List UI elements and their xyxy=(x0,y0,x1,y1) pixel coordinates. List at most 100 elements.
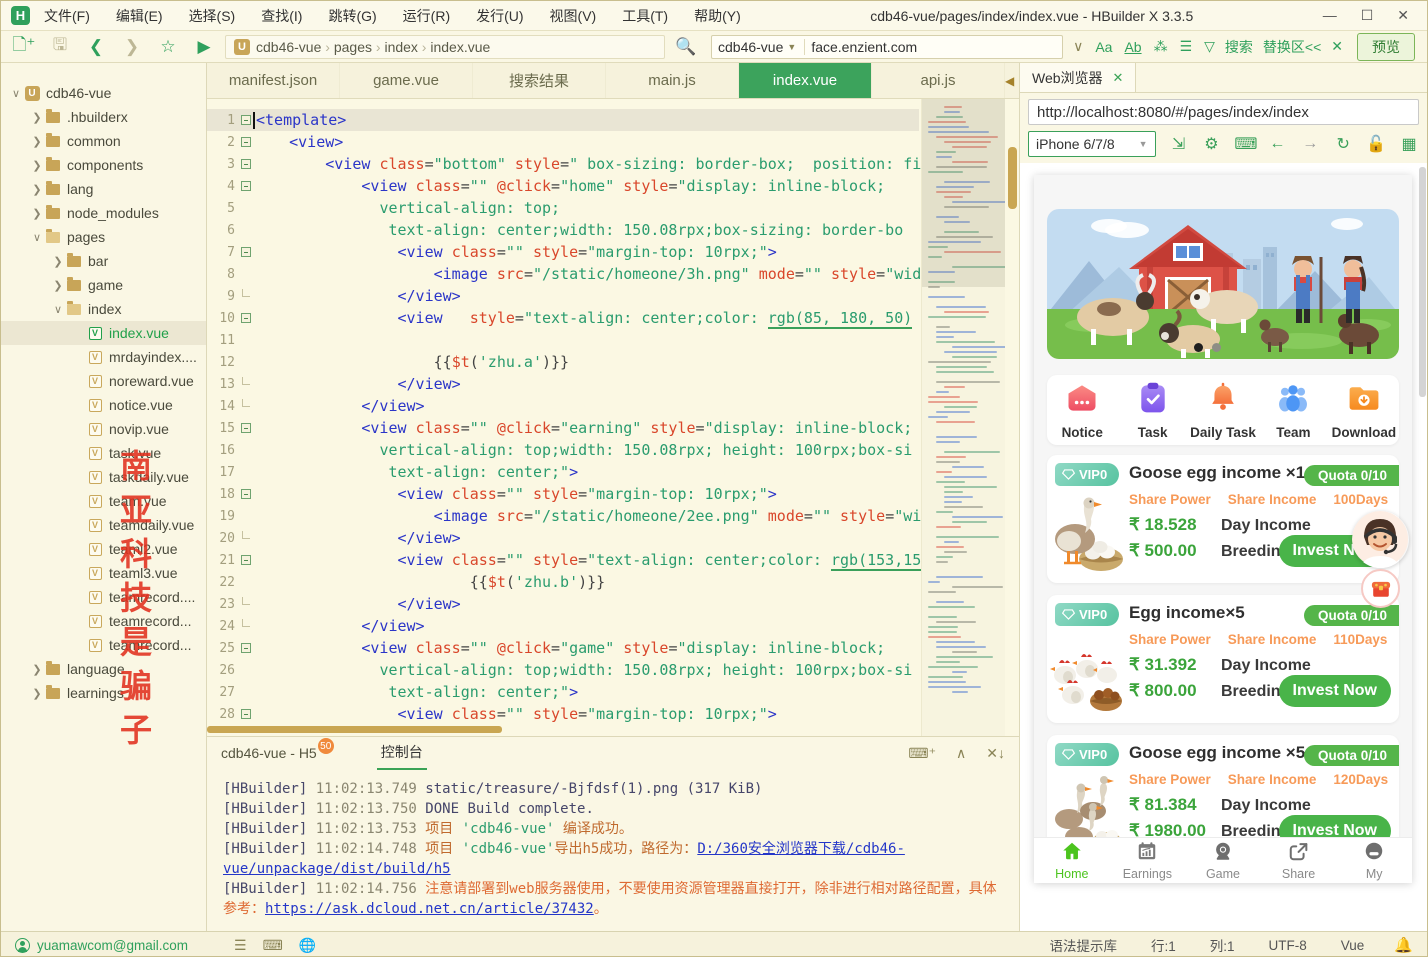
minimap[interactable] xyxy=(921,99,1005,736)
status-item[interactable]: Vue xyxy=(1341,938,1365,953)
tree-item--hbuilderx[interactable]: ❯.hbuilderx xyxy=(1,105,206,129)
fold-toggle-icon[interactable] xyxy=(239,643,253,653)
tree-item-notice-vue[interactable]: Vnotice.vue xyxy=(1,393,206,417)
preview-button[interactable]: 预览 xyxy=(1357,33,1415,61)
menu-item[interactable]: 编辑(E) xyxy=(116,6,163,26)
tree-item-learnings[interactable]: ❯learnings xyxy=(1,681,206,705)
new-file-icon[interactable]: 🗋⁺ xyxy=(9,32,39,61)
devtools-console-icon[interactable]: ⌨ xyxy=(1234,134,1254,154)
quick-nav-task[interactable]: Task xyxy=(1117,380,1187,440)
fold-toggle-icon[interactable] xyxy=(239,423,253,433)
editor-horizontal-scrollbar[interactable] xyxy=(207,726,502,733)
editor-tab-index-vue[interactable]: index.vue xyxy=(739,63,872,98)
tree-item-teaml3-vue[interactable]: Vteaml3.vue xyxy=(1,561,206,585)
tab-web-browser[interactable]: Web浏览器✕ xyxy=(1020,63,1136,92)
regex-icon[interactable]: ⁂ xyxy=(1154,38,1168,55)
editor-tab-api-js[interactable]: api.js xyxy=(872,63,1005,98)
chevron-right-icon[interactable]: ❯ xyxy=(30,111,44,124)
network-globe-icon[interactable]: 🌐 xyxy=(299,937,316,954)
replace-area-button[interactable]: 替换区<< xyxy=(1263,37,1321,57)
lock-icon[interactable]: 🔓 xyxy=(1366,134,1386,154)
preview-scrollbar[interactable] xyxy=(1419,167,1426,397)
app-tab-home[interactable]: Home xyxy=(1034,838,1110,883)
console-link[interactable]: https://ask.dcloud.net.cn/article/37432 xyxy=(265,901,594,917)
clear-console-icon[interactable]: ✕↓ xyxy=(986,745,1005,762)
tree-item-teaml2-vue[interactable]: Vteaml2.vue xyxy=(1,537,206,561)
tree-item-taskdaily-vue[interactable]: Vtaskdaily.vue xyxy=(1,465,206,489)
customer-service-avatar[interactable] xyxy=(1352,511,1409,568)
quick-nav-notice[interactable]: Notice xyxy=(1047,380,1117,440)
account-label[interactable]: yuamawcom@gmail.com xyxy=(15,938,188,953)
collapse-panel-icon[interactable]: ∧ xyxy=(956,745,966,762)
status-item[interactable]: UTF-8 xyxy=(1269,938,1307,953)
refresh-icon[interactable]: ↻ xyxy=(1333,134,1353,154)
breadcrumb-item[interactable]: index.vue xyxy=(430,39,490,55)
tree-item-team-vue[interactable]: Vteam.vue xyxy=(1,489,206,513)
tree-item-game[interactable]: ❯game xyxy=(1,273,206,297)
search-input[interactable]: face.enzient.com xyxy=(811,39,917,55)
search-button[interactable]: 搜索 xyxy=(1225,37,1253,57)
outline-list-icon[interactable]: ☰ xyxy=(234,937,247,954)
chevron-down-icon[interactable]: ∨ xyxy=(51,303,65,316)
editor-tab-----[interactable]: 搜索结果 xyxy=(473,63,606,98)
chevron-right-icon[interactable]: ❯ xyxy=(30,687,44,700)
menu-item[interactable]: 文件(F) xyxy=(44,6,90,26)
menu-item[interactable]: 帮助(Y) xyxy=(694,6,741,26)
carousel-dot[interactable] xyxy=(1212,343,1221,352)
fold-toggle-icon[interactable] xyxy=(239,247,253,257)
app-tab-share[interactable]: Share xyxy=(1261,838,1337,883)
notification-bell-icon[interactable]: 🔔 xyxy=(1394,936,1413,954)
url-input[interactable]: http://localhost:8080/#/pages/index/inde… xyxy=(1028,99,1419,125)
chevron-down-icon[interactable]: ∨ xyxy=(9,87,23,100)
quick-nav-team[interactable]: Team xyxy=(1258,380,1328,440)
search-in-project-icon[interactable]: 🔍 xyxy=(671,37,701,57)
app-tab-game[interactable]: Game xyxy=(1185,838,1261,883)
tree-item-task-vue[interactable]: Vtask.vue xyxy=(1,441,206,465)
tree-item-language[interactable]: ❯language xyxy=(1,657,206,681)
fold-toggle-icon[interactable] xyxy=(239,159,253,169)
tree-item-teamrecord----[interactable]: Vteamrecord.... xyxy=(1,585,206,609)
terminal-icon[interactable]: ⌨ xyxy=(263,937,283,954)
match-case-icon[interactable]: Aa xyxy=(1095,39,1112,55)
breadcrumb-item[interactable]: index xyxy=(384,39,417,55)
fold-toggle-icon[interactable] xyxy=(239,709,253,719)
close-search-icon[interactable]: ✕ xyxy=(1331,38,1343,55)
status-item[interactable]: 语法提示库 xyxy=(1050,935,1118,955)
menu-item[interactable]: 选择(S) xyxy=(189,6,236,26)
breadcrumb-item[interactable]: pages xyxy=(334,39,372,55)
save-icon[interactable]: 🖫 xyxy=(45,32,75,61)
breadcrumb[interactable]: U cdb46-vue › pages › index › index.vue xyxy=(225,35,665,59)
tree-item-components[interactable]: ❯components xyxy=(1,153,206,177)
tree-item-node-modules[interactable]: ❯node_modules xyxy=(1,201,206,225)
editor-tab-game-vue[interactable]: game.vue xyxy=(340,63,473,98)
navigate-back-icon[interactable]: ❮ xyxy=(81,37,111,57)
tree-item-teamrecord---[interactable]: Vteamrecord... xyxy=(1,633,206,657)
tree-item-cdb46-vue[interactable]: ∨Ucdb46-vue xyxy=(1,81,206,105)
whole-word-icon[interactable]: Ab xyxy=(1124,39,1141,55)
browser-forward-icon[interactable]: → xyxy=(1300,135,1320,153)
minimize-icon[interactable]: — xyxy=(1323,7,1337,24)
new-terminal-icon[interactable]: ⌨⁺ xyxy=(908,745,936,762)
tab-scroll-left-icon[interactable]: ◀ xyxy=(1005,74,1014,88)
editor-tab-main-js[interactable]: main.js xyxy=(606,63,739,98)
editor-vertical-scrollbar[interactable] xyxy=(1008,147,1017,209)
tree-item-common[interactable]: ❯common xyxy=(1,129,206,153)
filter-icon[interactable]: ▽ xyxy=(1204,38,1215,55)
menu-item[interactable]: 工具(T) xyxy=(622,6,668,26)
fold-toggle-icon[interactable] xyxy=(239,489,253,499)
editor-tab-manifest-json[interactable]: manifest.json xyxy=(207,63,340,98)
status-item[interactable]: 行:1 xyxy=(1151,935,1176,955)
collapse-search-icon[interactable]: ∨ xyxy=(1073,38,1083,55)
device-selector[interactable]: iPhone 6/7/8▼ xyxy=(1028,131,1156,157)
chevron-right-icon[interactable]: ❯ xyxy=(51,279,65,292)
gear-icon[interactable]: ⚙ xyxy=(1201,134,1221,154)
search-scope-dropdown[interactable]: cdb46-vue▼ xyxy=(718,39,805,55)
chevron-right-icon[interactable]: ❯ xyxy=(30,159,44,172)
breadcrumb-item[interactable]: cdb46-vue xyxy=(256,39,321,55)
menu-item[interactable]: 视图(V) xyxy=(550,6,597,26)
status-item[interactable]: 列:1 xyxy=(1210,935,1235,955)
tree-item-novip-vue[interactable]: Vnovip.vue xyxy=(1,417,206,441)
banner-carousel[interactable] xyxy=(1047,209,1399,359)
close-tab-icon[interactable]: ✕ xyxy=(1113,70,1124,86)
menu-item[interactable]: 查找(I) xyxy=(261,6,302,26)
